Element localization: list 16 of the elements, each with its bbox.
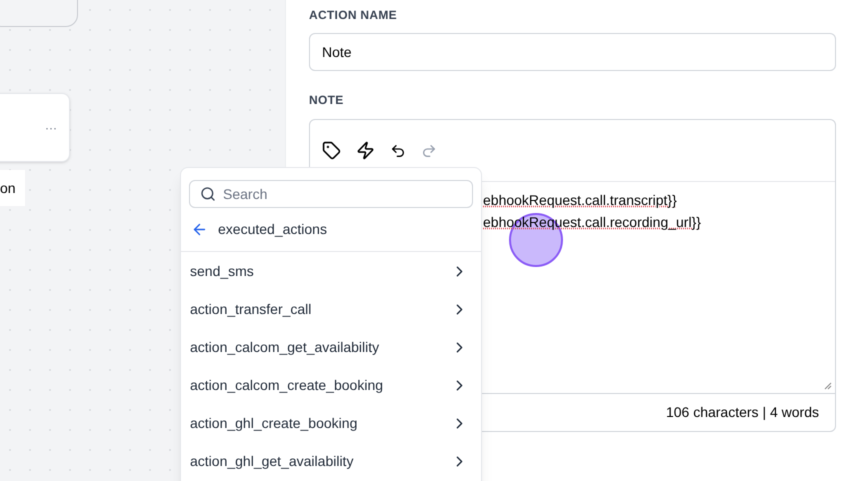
field-label: ACTION NAME bbox=[309, 7, 398, 24]
node-card[interactable]: ··· bbox=[0, 93, 70, 162]
bolt-icon[interactable] bbox=[356, 141, 375, 160]
action-name-field[interactable]: Note bbox=[309, 33, 836, 71]
note-text-line: ebhookRequest.call.transcript}} bbox=[483, 191, 677, 210]
undo-icon[interactable] bbox=[390, 142, 406, 158]
node-label: on bbox=[0, 170, 25, 206]
variable-item[interactable]: action_ghl_get_availability bbox=[181, 442, 481, 480]
more-menu[interactable]: ··· bbox=[45, 118, 57, 136]
field-label: NOTE bbox=[309, 92, 345, 109]
search-field[interactable]: Search bbox=[189, 180, 473, 208]
resize-handle-icon[interactable] bbox=[824, 382, 832, 390]
search-icon bbox=[200, 186, 216, 202]
back-button[interactable]: executed_actions bbox=[181, 208, 481, 252]
character-counter: 106 characters | 4 words bbox=[666, 403, 819, 422]
tag-icon[interactable] bbox=[322, 141, 341, 160]
